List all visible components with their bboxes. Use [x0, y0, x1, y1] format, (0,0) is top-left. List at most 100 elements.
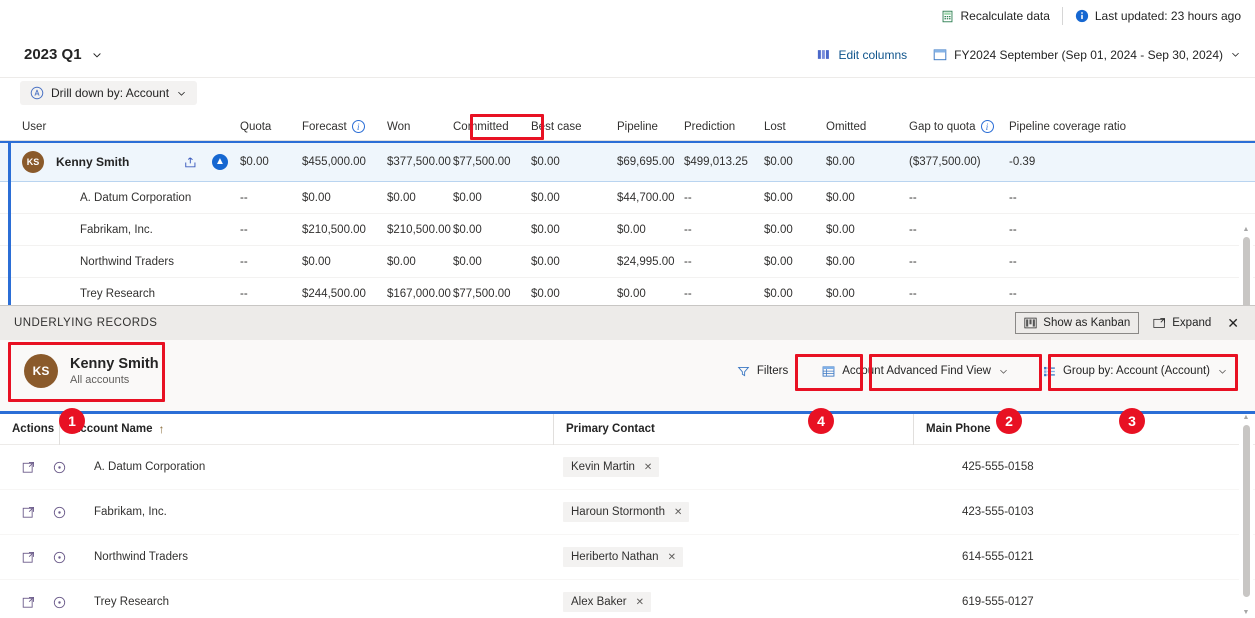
column-header-forecast[interactable]: Forecast i	[302, 120, 387, 133]
forecast-table-header: User Quota Forecast i Won Committed Best…	[0, 113, 1255, 141]
scroll-down-arrow[interactable]: ▼	[1243, 609, 1250, 618]
expand-button[interactable]: Expand	[1153, 317, 1211, 329]
recalculate-data-button[interactable]: Recalculate data	[941, 9, 1049, 23]
close-icon[interactable]: ✕	[1225, 315, 1241, 332]
filters-button[interactable]: Filters	[728, 359, 797, 384]
open-record-icon[interactable]	[22, 551, 35, 564]
avatar: KS	[24, 354, 58, 388]
column-header-primary-contact[interactable]: Primary Contact	[554, 414, 914, 445]
contact-chip[interactable]: Kevin Martin ✕	[563, 457, 659, 477]
column-header-gap-to-quota[interactable]: Gap to quota i	[909, 120, 1009, 133]
contact-chip[interactable]: Haroun Stormonth✕	[563, 502, 689, 522]
column-header-quota[interactable]: Quota	[240, 121, 302, 133]
account-name-cell[interactable]: Trey Research	[60, 596, 554, 608]
prediction-value: --	[684, 288, 764, 300]
scroll-thumb[interactable]	[1243, 237, 1250, 305]
column-header-actions[interactable]: Actions	[0, 414, 60, 445]
contact-name: Heriberto Nathan	[571, 551, 659, 563]
column-label: Actions	[12, 423, 54, 435]
records-toolbar: Filters Account Advanced Find View	[728, 359, 1237, 384]
primary-contact-cell: Haroun Stormonth✕	[554, 502, 914, 522]
table-row[interactable]: Trey ResearchAlex Baker✕619-555-0127	[0, 580, 1255, 615]
last-updated-label: Last updated: 23 hours ago	[1095, 9, 1241, 23]
column-header-lost[interactable]: Lost	[764, 121, 826, 133]
contact-chip[interactable]: Heriberto Nathan ✕	[563, 547, 683, 567]
prediction-value: --	[684, 192, 764, 204]
forecast-scrollbar[interactable]: ▲ ▼	[1239, 226, 1253, 305]
expand-label: Expand	[1172, 317, 1211, 329]
column-header-account-name[interactable]: Account Name ↑	[60, 414, 554, 445]
column-header-prediction[interactable]: Prediction	[684, 121, 764, 133]
account-name-cell[interactable]: Fabrikam, Inc.	[60, 506, 554, 518]
column-header-best-case[interactable]: Best case	[531, 121, 617, 133]
row-actions	[0, 551, 60, 564]
column-header-user[interactable]: User	[0, 121, 240, 133]
contact-name: Kevin Martin	[571, 461, 635, 473]
column-label: User	[22, 121, 46, 133]
person-card[interactable]: KS Kenny Smith All accounts	[14, 346, 175, 396]
column-header-won[interactable]: Won	[387, 121, 453, 133]
table-row[interactable]: Northwind Traders Heriberto Nathan ✕ 614-55…	[0, 535, 1255, 580]
forecast-row-selected[interactable]: KS Kenny Smith ▲ $0.00 $455,000.00 $377,…	[0, 141, 1255, 182]
records-scrollbar[interactable]: ▲ ▼	[1239, 414, 1253, 618]
forecast-child-row[interactable]: Fabrikam, Inc.--$210,500.00$210,500.00$0…	[0, 214, 1255, 246]
scroll-track[interactable]	[1239, 423, 1253, 609]
remove-icon[interactable]: ✕	[668, 552, 676, 563]
records-grid: Actions Account Name ↑ Primary Contact M…	[0, 411, 1255, 618]
column-label: Best case	[531, 121, 582, 133]
forecast-child-row[interactable]: Trey Research--$244,500.00$167,000.00$77…	[0, 278, 1255, 305]
selection-indicator	[8, 141, 11, 305]
view-selector-button[interactable]: Account Advanced Find View	[813, 359, 1018, 384]
open-record-icon[interactable]	[22, 506, 35, 519]
committed-value: $0.00	[453, 192, 531, 204]
open-record-icon[interactable]	[22, 596, 35, 609]
remove-icon[interactable]: ✕	[636, 597, 644, 608]
scroll-up-arrow[interactable]: ▲	[1243, 226, 1250, 235]
scroll-up-arrow[interactable]: ▲	[1243, 414, 1250, 423]
pipeline-coverage-ratio-value: --	[1009, 288, 1149, 300]
account-name-cell[interactable]: Northwind Traders	[60, 551, 554, 563]
view-label: Account Advanced Find View	[842, 365, 991, 377]
edit-columns-button[interactable]: Edit columns	[817, 48, 907, 62]
info-icon[interactable]: i	[352, 120, 365, 133]
contact-chip[interactable]: Alex Baker✕	[563, 592, 651, 612]
forecast-child-row[interactable]: A. Datum Corporation--$0.00$0.00$0.00$0.…	[0, 182, 1255, 214]
info-icon[interactable]: i	[981, 120, 994, 133]
open-record-icon[interactable]	[22, 461, 35, 474]
column-header-omitted[interactable]: Omitted	[826, 121, 909, 133]
column-header-main-phone[interactable]: Main Phone	[914, 414, 1241, 445]
arrow-up-circle-icon[interactable]: ▲	[212, 154, 228, 170]
pipeline-value: $44,700.00	[617, 192, 684, 204]
period-selector[interactable]: 2023 Q1	[24, 46, 103, 63]
best-case-value: $0.00	[531, 224, 617, 236]
row-actions	[0, 506, 60, 519]
main-phone: 425-555-0158	[962, 461, 1034, 473]
column-label: Pipeline coverage ratio	[1009, 121, 1126, 133]
person-name: Kenny Smith	[70, 355, 159, 373]
omitted-value: $0.00	[826, 224, 909, 236]
scroll-thumb[interactable]	[1243, 425, 1250, 597]
column-label: Account Name	[72, 423, 153, 435]
account-name-cell[interactable]: A. Datum Corporation	[60, 461, 554, 473]
columns-icon	[817, 48, 831, 61]
remove-icon[interactable]: ✕	[644, 462, 652, 473]
group-by-button[interactable]: Group by: Account (Account)	[1034, 359, 1237, 384]
row-actions: ▲	[184, 154, 240, 170]
column-header-pipeline-coverage-ratio[interactable]: Pipeline coverage ratio	[1009, 121, 1149, 133]
scroll-track[interactable]	[1239, 235, 1253, 305]
fiscal-period-selector[interactable]: FY2024 September (Sep 01, 2024 - Sep 30,…	[933, 48, 1241, 62]
edit-columns-label: Edit columns	[838, 48, 907, 62]
chevron-down-icon	[176, 88, 187, 99]
filter-icon	[737, 365, 750, 378]
forecast-table: User Quota Forecast i Won Committed Best…	[0, 113, 1255, 305]
remove-icon[interactable]: ✕	[674, 507, 682, 518]
drill-down-by-button[interactable]: Drill down by: Account	[20, 81, 197, 105]
main-phone-cell: 614-555-0121	[914, 551, 1241, 563]
forecast-child-row[interactable]: Northwind Traders--$0.00$0.00$0.00$0.00$…	[0, 246, 1255, 278]
column-header-pipeline[interactable]: Pipeline	[617, 121, 684, 133]
share-icon[interactable]	[184, 155, 198, 169]
table-row[interactable]: Fabrikam, Inc.Haroun Stormonth✕423-555-0…	[0, 490, 1255, 535]
show-as-kanban-button[interactable]: Show as Kanban	[1015, 312, 1139, 334]
column-header-committed[interactable]: Committed	[453, 121, 531, 133]
table-row[interactable]: A. Datum Corporation Kevin Martin ✕ 425-555…	[0, 445, 1255, 490]
